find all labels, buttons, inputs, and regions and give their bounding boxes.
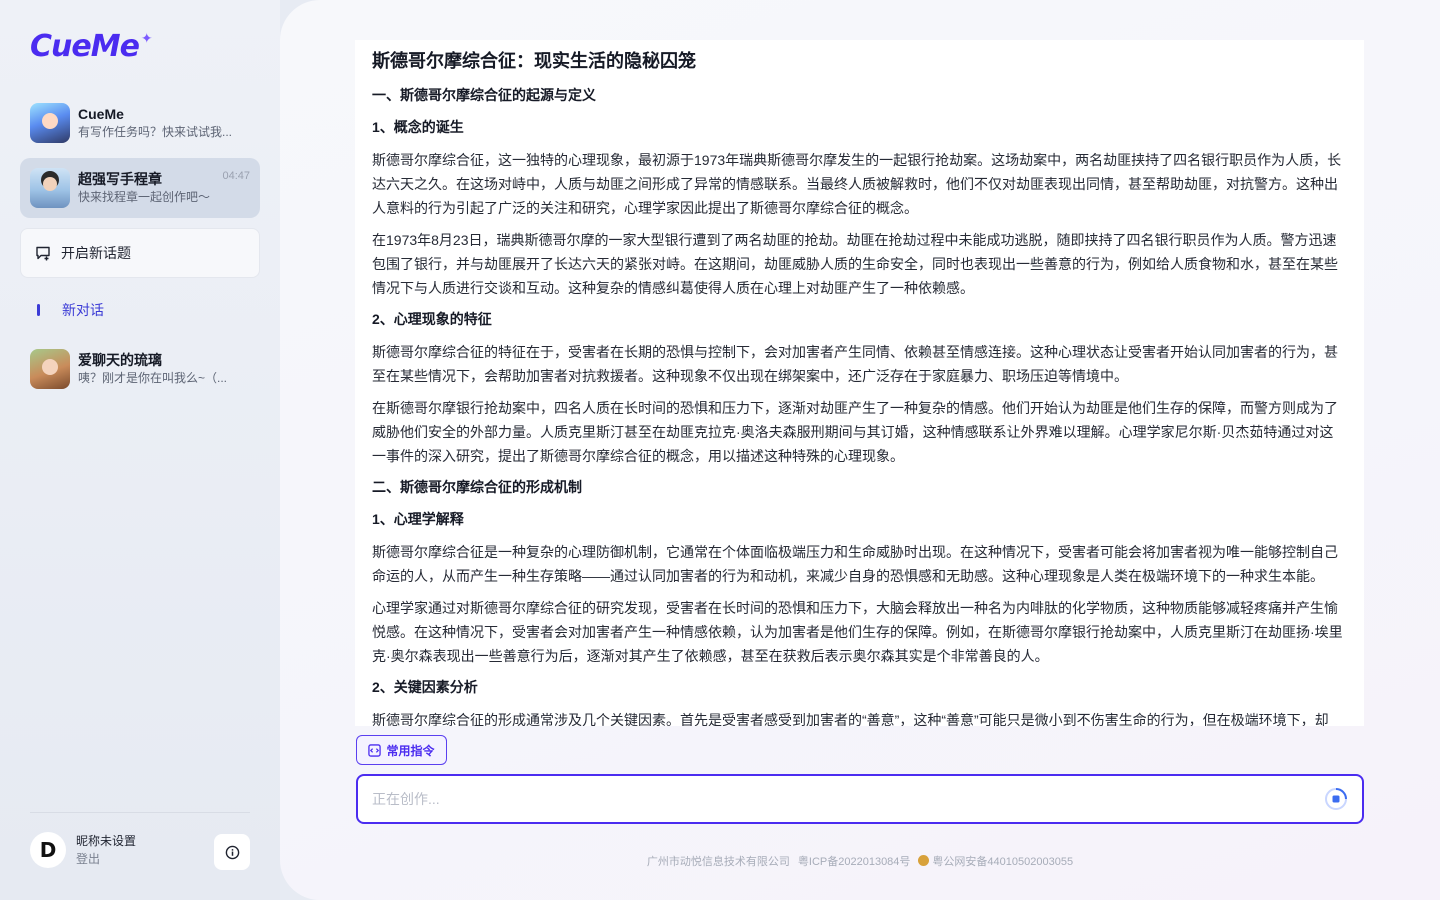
logout-link[interactable]: 登出 xyxy=(76,850,136,868)
logo-text: CueMe xyxy=(30,28,140,64)
paragraph: 斯德哥尔摩综合征的特征在于，受害者在长期的恐惧与控制下，会对加害者产生同情、依赖… xyxy=(372,344,1338,384)
generated-document: 斯德哥尔摩综合征：现实生活的隐秘囚笼 一、斯德哥尔摩综合征的起源与定义 1、概念… xyxy=(355,40,1364,726)
chat-preview: 咦？刚才是你在叫我么~（... xyxy=(78,371,228,385)
icp-link[interactable]: 粤ICP备2022013084号 xyxy=(798,853,911,869)
composer xyxy=(356,774,1364,824)
section-indicator xyxy=(37,304,40,316)
cueme-logo[interactable]: CueMe ✦ xyxy=(30,28,153,64)
message-input[interactable] xyxy=(372,791,1324,807)
user-avatar[interactable]: D xyxy=(30,832,66,868)
document-title: 斯德哥尔摩综合征：现实生活的隐秘囚笼 xyxy=(372,51,696,71)
command-icon xyxy=(368,743,382,757)
user-nickname: 昵称未设置 xyxy=(76,834,137,848)
chat-name: 爱聊天的琉璃 xyxy=(78,352,162,368)
section-heading: 二、斯德哥尔摩综合征的形成机制 xyxy=(372,479,582,495)
police-badge-icon xyxy=(918,855,930,866)
new-chat-icon xyxy=(36,246,50,261)
subsection-heading: 2、关键因素分析 xyxy=(372,679,478,695)
paragraph: 心理学家通过对斯德哥尔摩综合征的研究发现，受害者在长时间的恐惧和压力下，大脑会释… xyxy=(372,600,1343,664)
commands-label: 常用指令 xyxy=(386,743,435,758)
chat-item-liuli[interactable]: 爱聊天的琉璃 咦？刚才是你在叫我么~（... xyxy=(20,339,260,399)
paragraph: 斯德哥尔摩综合征的形成通常涉及几个关键因素。首先是受害者感受到加害者的“善意”，… xyxy=(372,712,1329,726)
subsection-heading: 1、心理学解释 xyxy=(372,511,464,527)
new-topic-label: 开启新话题 xyxy=(61,245,131,261)
paragraph: 在1973年8月23日，瑞典斯德哥尔摩的一家大型银行遭到了两名劫匪的抢劫。劫匪在… xyxy=(372,232,1338,296)
cueme-avatar xyxy=(30,103,70,143)
chat-item-writer[interactable]: 超强写手程章 快来找程章一起创作吧～ 04:47 xyxy=(20,158,260,218)
writer-avatar xyxy=(30,168,70,208)
company-name: 广州市动悦信息技术有限公司 xyxy=(646,856,790,868)
police-record-text: 粤公网安备44010502003055 xyxy=(932,856,1074,868)
info-icon xyxy=(225,845,239,859)
section-new-chat: 新对话 xyxy=(30,300,104,320)
new-topic-button[interactable]: 开启新话题 xyxy=(20,228,260,278)
chat-preview: 有写作任务吗？快来试试我... xyxy=(78,125,233,139)
sidebar: CueMe ✦ CueMe 有写作任务吗？快来试试我... 超强写手程章 快来找程… xyxy=(0,0,280,900)
chat-time: 04:47 xyxy=(222,170,250,182)
liuli-avatar xyxy=(30,349,70,389)
subsection-heading: 1、概念的诞生 xyxy=(372,119,464,135)
chat-preview: 快来找程章一起创作吧～ xyxy=(78,190,211,204)
footer: 广州市动悦信息技术有限公司 粤ICP备2022013084号 粤公网安备4401… xyxy=(356,853,1364,869)
subsection-heading: 2、心理现象的特征 xyxy=(372,311,492,327)
police-record[interactable]: 粤公网安备44010502003055 xyxy=(918,853,1073,869)
user-profile: D 昵称未设置 登出 xyxy=(30,832,136,868)
paragraph: 斯德哥尔摩综合征，这一独特的心理现象，最初源于1973年瑞典斯德哥尔摩发生的一起… xyxy=(372,152,1342,216)
stop-generating-icon[interactable] xyxy=(1324,787,1348,811)
paragraph: 斯德哥尔摩综合征是一种复杂的心理防御机制，它通常在个体面临极端压力和生命威胁时出… xyxy=(372,544,1338,584)
section-heading: 一、斯德哥尔摩综合征的起源与定义 xyxy=(372,87,596,103)
logo-star-icon: ✦ xyxy=(140,31,153,47)
chat-item-cueme[interactable]: CueMe 有写作任务吗？快来试试我... xyxy=(20,93,260,153)
paragraph: 在斯德哥尔摩银行抢劫案中，四名人质在长时间的恐惧和压力下，逐渐对劫匪产生了一种复… xyxy=(372,400,1338,464)
common-commands-button[interactable]: 常用指令 xyxy=(356,735,447,765)
chat-name: CueMe xyxy=(78,106,124,122)
info-button[interactable] xyxy=(214,834,250,870)
sidebar-divider xyxy=(30,812,250,813)
section-label-text: 新对话 xyxy=(62,302,104,318)
